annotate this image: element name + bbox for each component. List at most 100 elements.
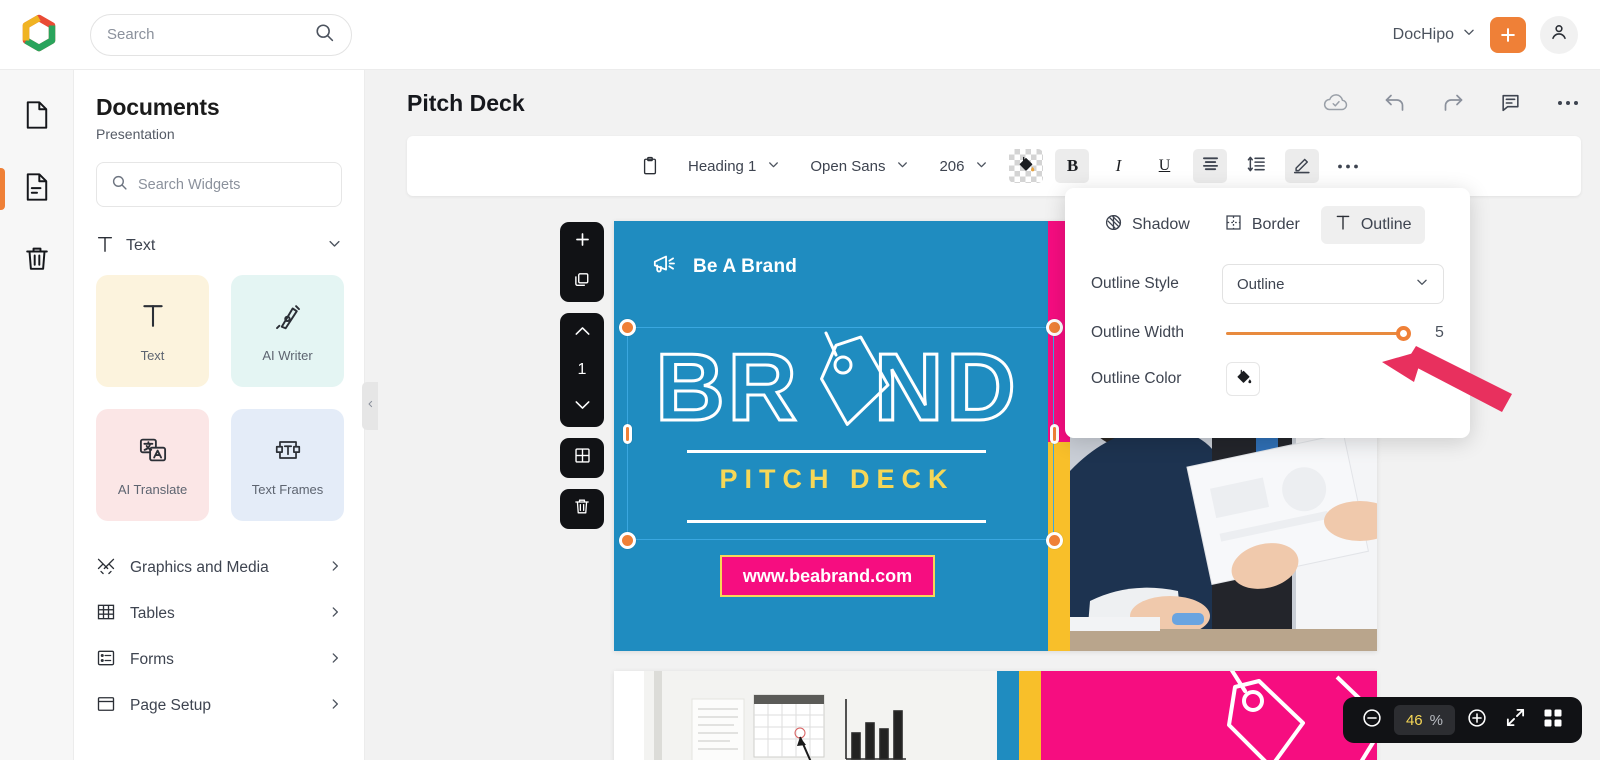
- more-options-icon[interactable]: [1556, 99, 1580, 107]
- outline-width-slider[interactable]: [1226, 324, 1411, 342]
- widget-search[interactable]: [96, 162, 342, 207]
- undo-arrow-icon[interactable]: [1383, 92, 1407, 114]
- page-up-button[interactable]: [560, 313, 604, 353]
- chevron-down-icon: [1415, 275, 1429, 293]
- page-nav-group: 1: [560, 313, 604, 427]
- chevron-right-icon: [328, 559, 342, 578]
- panel-collapse-handle[interactable]: [362, 382, 378, 430]
- widget-card-label: Text Frames: [251, 481, 324, 497]
- slider-track: [1226, 331, 1409, 335]
- italic-button[interactable]: I: [1101, 149, 1135, 183]
- menu-item-label: Page Setup: [130, 697, 212, 714]
- underline-button[interactable]: U: [1147, 149, 1181, 183]
- zoom-unit: %: [1429, 711, 1443, 729]
- delete-page-button[interactable]: [560, 489, 604, 529]
- user-avatar-icon: [1549, 22, 1569, 47]
- resize-handle-top-left[interactable]: [619, 319, 636, 336]
- add-page-button[interactable]: [560, 222, 604, 262]
- page-delete-group: [560, 489, 604, 529]
- chevron-right-icon: [328, 605, 342, 624]
- bold-label: B: [1066, 156, 1079, 175]
- bold-button[interactable]: B: [1055, 149, 1090, 183]
- cloud-check-icon[interactable]: [1323, 93, 1349, 113]
- dochipo-logo-icon[interactable]: [18, 14, 60, 56]
- text-effects-button[interactable]: [1285, 149, 1320, 183]
- document-blank-icon: [23, 100, 51, 135]
- chevron-down-icon[interactable]: [327, 236, 342, 256]
- create-new-button[interactable]: [1490, 16, 1526, 53]
- search-widgets-input[interactable]: [138, 176, 327, 193]
- resize-handle-middle-right[interactable]: [1050, 424, 1059, 444]
- paragraph-style-dropdown[interactable]: Heading 1: [679, 149, 789, 183]
- zoom-out-button[interactable]: [1356, 704, 1388, 736]
- menu-item-forms[interactable]: Forms: [96, 637, 342, 683]
- outline-width-row: Outline Width 5: [1091, 324, 1444, 342]
- tab-shadow-label: Shadow: [1132, 216, 1190, 233]
- section-text-header[interactable]: Text: [96, 229, 342, 263]
- widget-card-text[interactable]: Text: [96, 275, 209, 387]
- resize-handle-top-right[interactable]: [1046, 319, 1063, 336]
- widget-card-ai-writer[interactable]: AI Writer: [231, 275, 344, 387]
- resize-handle-bottom-right[interactable]: [1046, 532, 1063, 549]
- fullscreen-button[interactable]: [1499, 704, 1531, 736]
- menu-item-label: Forms: [130, 651, 174, 668]
- top-bar: DocHipo: [0, 0, 1600, 70]
- page-title: Documents: [96, 94, 220, 120]
- duplicate-icon: [573, 271, 591, 294]
- brand-selector[interactable]: DocHipo: [1393, 25, 1476, 44]
- line-spacing-button[interactable]: [1239, 149, 1273, 183]
- align-button[interactable]: [1193, 149, 1228, 183]
- resize-handle-bottom-left[interactable]: [619, 532, 636, 549]
- chevron-right-icon: [328, 697, 342, 716]
- zoom-in-button[interactable]: [1461, 704, 1493, 736]
- slide-title-left: BR: [654, 334, 800, 441]
- duplicate-page-button[interactable]: [560, 262, 604, 302]
- text-t-icon: [96, 234, 114, 259]
- slider-knob[interactable]: [1396, 325, 1411, 341]
- widget-card-text-frames[interactable]: Text Frames: [231, 409, 344, 521]
- menu-item-tables[interactable]: Tables: [96, 591, 342, 637]
- resize-handle-middle-left[interactable]: [623, 424, 632, 444]
- tab-outline[interactable]: Outline: [1320, 206, 1425, 244]
- global-search[interactable]: [90, 13, 352, 56]
- section-text-label: Text: [126, 237, 156, 254]
- font-family-dropdown[interactable]: Open Sans: [801, 149, 918, 183]
- toolbar-more-button[interactable]: [1331, 149, 1365, 183]
- slide-preview-2[interactable]: [614, 671, 1377, 760]
- search-input[interactable]: [107, 26, 314, 43]
- grid-view-button[interactable]: [1537, 704, 1569, 736]
- text-fill-color-button[interactable]: [1009, 149, 1044, 183]
- page-down-button[interactable]: [560, 387, 604, 427]
- rail-item-page-blank[interactable]: [0, 88, 74, 146]
- user-account-button[interactable]: [1540, 15, 1578, 54]
- ellipsis-icon: [1337, 157, 1359, 175]
- zoom-value[interactable]: 46 %: [1393, 705, 1455, 735]
- outline-width-value: 5: [1435, 324, 1444, 341]
- redo-arrow-icon[interactable]: [1441, 92, 1465, 114]
- slide-subtitle: PITCH DECK: [719, 464, 955, 494]
- comment-icon[interactable]: [1499, 92, 1522, 114]
- page-add-group: [560, 222, 604, 302]
- table-grid-icon: [96, 602, 116, 627]
- zoom-number: 46: [1405, 711, 1423, 729]
- slide2-pink-panel: [1041, 671, 1377, 760]
- rail-item-page-content[interactable]: [0, 160, 74, 218]
- chevron-down-icon: [975, 158, 988, 175]
- menu-item-page-setup[interactable]: Page Setup: [96, 683, 342, 729]
- outline-style-select[interactable]: Outline: [1221, 264, 1444, 304]
- page-grid-button[interactable]: [560, 438, 604, 478]
- search-icon[interactable]: [314, 22, 335, 48]
- tab-shadow[interactable]: Shadow: [1091, 206, 1203, 244]
- outline-style-label: Outline Style: [1091, 275, 1179, 292]
- plus-icon: [573, 230, 592, 254]
- tab-border[interactable]: Border: [1211, 206, 1313, 244]
- clipboard-icon[interactable]: [633, 149, 667, 183]
- slide-rule-bottom: [687, 520, 986, 523]
- rail-item-trash[interactable]: [0, 232, 74, 290]
- menu-item-graphics-and-media[interactable]: Graphics and Media: [96, 545, 342, 591]
- slide-url-box: www.beabrand.com: [720, 555, 935, 597]
- font-size-dropdown[interactable]: 206: [930, 149, 997, 183]
- widget-card-ai-translate[interactable]: AI Translate: [96, 409, 209, 521]
- outline-color-button[interactable]: [1226, 362, 1260, 396]
- document-title[interactable]: Pitch Deck: [407, 90, 525, 117]
